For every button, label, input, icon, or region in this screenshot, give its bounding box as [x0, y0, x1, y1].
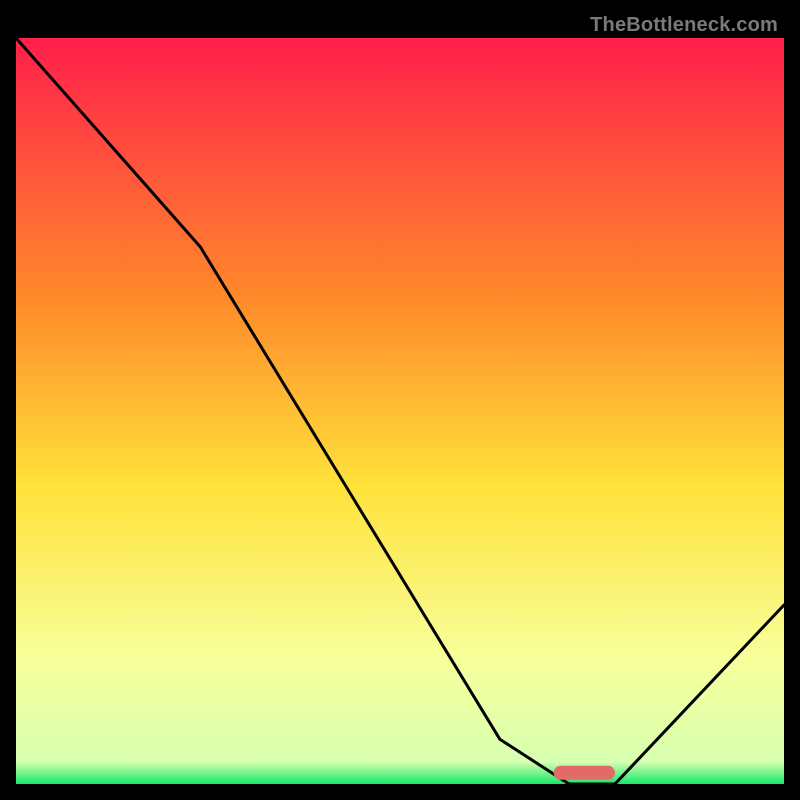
- optimal-marker: [554, 766, 615, 780]
- gradient-background: [16, 38, 784, 784]
- plot-svg: [16, 38, 784, 784]
- chart-frame: TheBottleneck.com: [16, 16, 784, 784]
- gradient-plot: [16, 38, 784, 784]
- watermark-label: TheBottleneck.com: [590, 14, 778, 37]
